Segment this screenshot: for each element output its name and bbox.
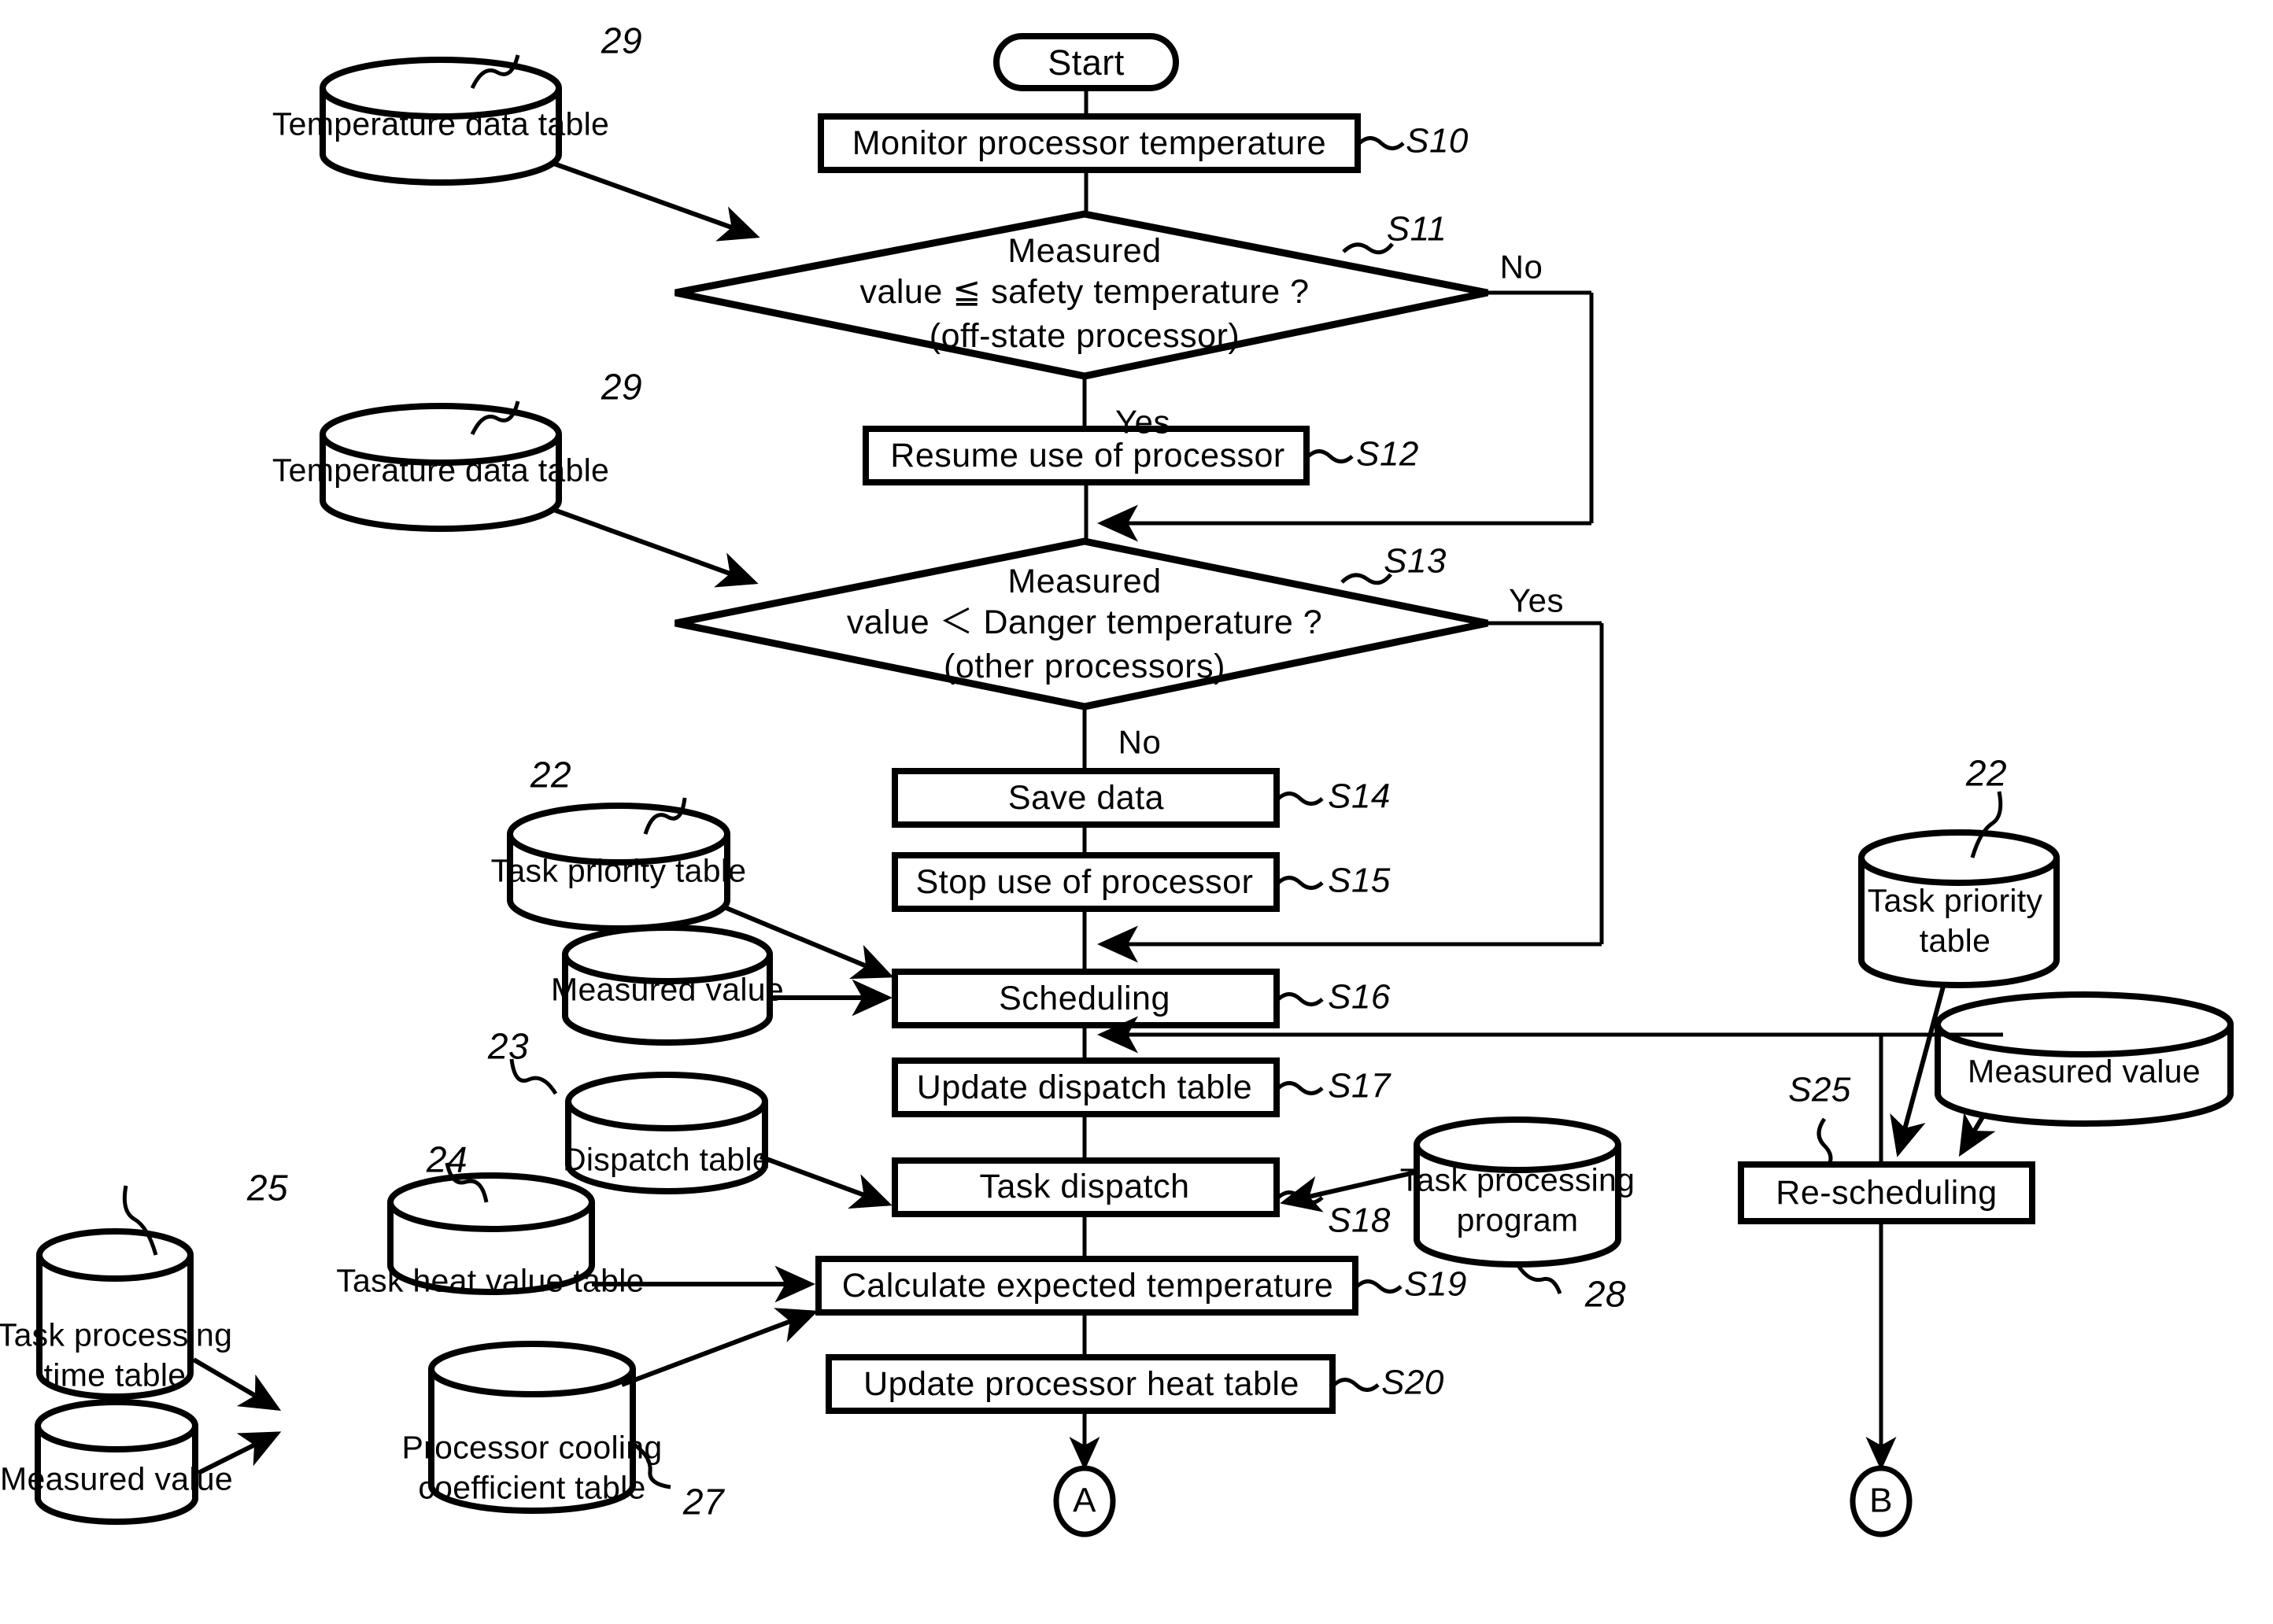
datastore-task-processing-program-28-shape <box>1414 1116 1621 1268</box>
datastore-temperature-29a-shape <box>320 57 562 186</box>
decision-s13-shape <box>675 537 1488 710</box>
flowchart-vector-layer <box>35 33 2234 1537</box>
step-s18-shape <box>892 1157 1280 1217</box>
step-s15-shape <box>892 852 1280 912</box>
datastore-task-heat-24-shape <box>387 1172 595 1295</box>
step-s25-shape <box>1738 1161 2035 1224</box>
datastore-task-priority-22a-shape <box>507 803 730 932</box>
step-s20-shape <box>826 1354 1336 1414</box>
datastore-measured-value-3-shape <box>1935 991 2234 1127</box>
datastore-task-priority-22b-shape <box>1858 829 2060 988</box>
datastore-processor-cooling-27-shape <box>428 1341 636 1514</box>
connector-b-shape <box>1850 1465 1913 1537</box>
datastore-measured-value-2-shape <box>35 1399 198 1525</box>
step-s16-shape <box>892 969 1280 1028</box>
connector-a-shape <box>1053 1465 1116 1537</box>
step-s10-shape <box>818 113 1361 173</box>
datastore-dispatch-table-23-shape <box>565 1072 768 1194</box>
start-terminator-shape <box>993 33 1179 91</box>
step-s12-shape <box>863 426 1310 485</box>
flowchart-canvas: Start Monitor processor temperature S10 … <box>0 0 2273 1624</box>
datastore-temperature-29b-shape <box>320 403 562 532</box>
datastore-measured-value-1-shape <box>562 925 773 1046</box>
step-s19-shape <box>815 1256 1358 1316</box>
step-s17-shape <box>892 1057 1280 1117</box>
step-s14-shape <box>892 768 1280 828</box>
datastore-task-processing-time-25-shape <box>36 1228 194 1400</box>
decision-s11-shape <box>675 210 1488 380</box>
